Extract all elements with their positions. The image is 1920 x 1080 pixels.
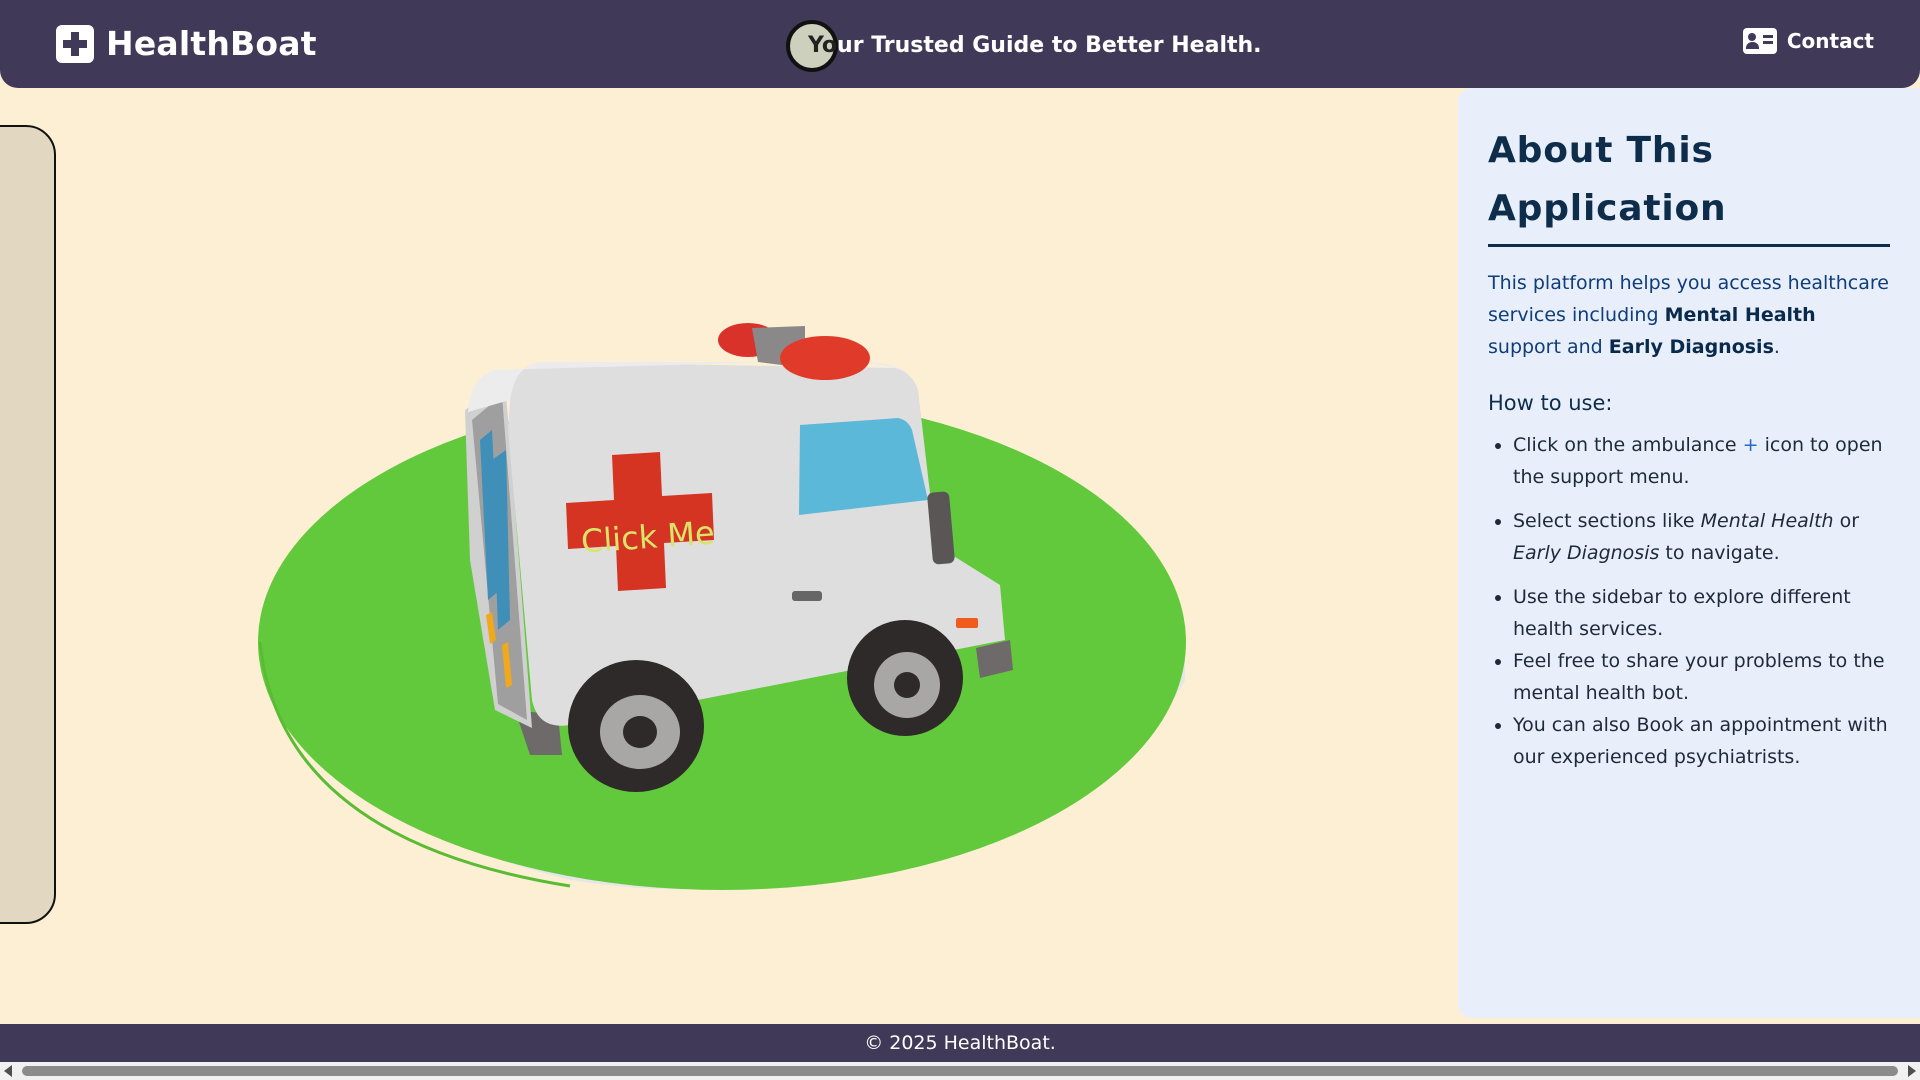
ambulance-3d-scene[interactable]: Click Me (240, 300, 1200, 1020)
contact-label: Contact (1786, 29, 1874, 53)
scroll-left-icon[interactable] (4, 1065, 12, 1077)
mental-health-highlight: Mental Health (1664, 304, 1816, 326)
contact-card-icon (1742, 28, 1777, 54)
collapsed-sidebar[interactable] (0, 125, 56, 924)
brand-logo[interactable]: HealthBoat (56, 24, 317, 63)
tagline-part-1: Yo (808, 32, 838, 58)
early-diagnosis-highlight: Early Diagnosis (1608, 336, 1774, 358)
about-intro: This platform helps you access healthcar… (1488, 272, 1889, 358)
about-panel: About This Application This platform hel… (1458, 88, 1920, 1018)
scrollbar-thumb[interactable] (22, 1066, 1898, 1076)
contact-link[interactable]: Contact (1742, 28, 1874, 54)
top-navbar: HealthBoat Your Trusted Guide to Better … (0, 0, 1920, 88)
how-to-list: Click on the ambulance + icon to open th… (1488, 429, 1890, 773)
list-item: Select sections like Mental Health or Ea… (1513, 505, 1890, 569)
tagline-part-2: ur Trusted Guide to Better Health. (837, 32, 1262, 58)
front-wheel (847, 620, 963, 736)
footer: © 2025 HealthBoat. (0, 1024, 1920, 1062)
horizontal-scrollbar[interactable] (0, 1062, 1920, 1080)
about-title: About This Application (1488, 122, 1890, 247)
how-to-use-heading: How to use: (1488, 391, 1613, 415)
medical-cross-icon (56, 24, 94, 63)
plus-icon: + (1742, 434, 1759, 456)
scroll-right-icon[interactable] (1908, 1065, 1916, 1077)
copyright-text: © 2025 HealthBoat. (864, 1032, 1056, 1054)
list-item: Click on the ambulance + icon to open th… (1513, 429, 1890, 493)
list-item: Feel free to share your problems to the … (1513, 645, 1890, 709)
list-item: You can also Book an appointment with ou… (1513, 709, 1890, 773)
brand-name: HealthBoat (106, 24, 317, 63)
rear-wheel (568, 660, 704, 792)
list-item: Use the sidebar to explore different hea… (1513, 581, 1890, 645)
tagline: Your Trusted Guide to Better Health. (790, 22, 1262, 68)
